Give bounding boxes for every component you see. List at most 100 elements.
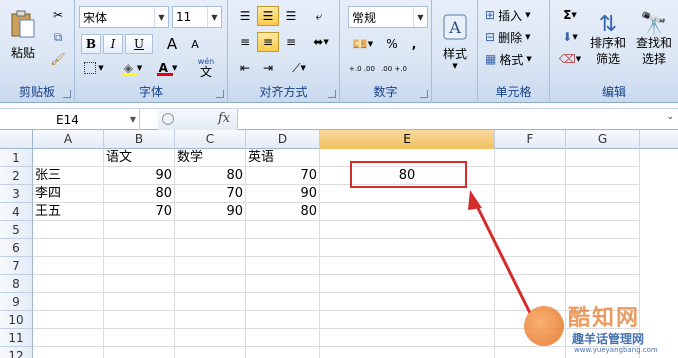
name-box[interactable]: E14 ▼ <box>0 109 140 130</box>
align-bottom-button[interactable]: ☰ <box>280 6 302 26</box>
font-color-button[interactable]: A ▼ <box>153 58 183 78</box>
cell-f1[interactable] <box>495 149 566 167</box>
column-header-a[interactable]: A <box>33 130 104 149</box>
cell-a4[interactable]: 王五 <box>33 203 104 221</box>
cell-d5[interactable] <box>246 221 320 239</box>
wrap-text-button[interactable]: ⤶ <box>308 6 330 26</box>
clipboard-launcher-icon[interactable] <box>63 90 71 98</box>
cell-b6[interactable] <box>104 239 175 257</box>
formula-input[interactable] <box>240 109 658 130</box>
decrease-indent-button[interactable]: ⇤ <box>234 58 256 78</box>
cell-c1[interactable]: 数学 <box>175 149 246 167</box>
cell-b8[interactable] <box>104 275 175 293</box>
cell-c10[interactable] <box>175 311 246 329</box>
format-button[interactable]: ▦ 格式 ▼ <box>484 49 546 69</box>
cell-b9[interactable] <box>104 293 175 311</box>
cell-d11[interactable] <box>246 329 320 347</box>
cell-a10[interactable] <box>33 311 104 329</box>
column-header-b[interactable]: B <box>104 130 175 149</box>
row-header-3[interactable]: 3 <box>0 185 33 203</box>
cell-a11[interactable] <box>33 329 104 347</box>
align-left-button[interactable]: ≡ <box>234 32 256 52</box>
cell-a8[interactable] <box>33 275 104 293</box>
cell-c6[interactable] <box>175 239 246 257</box>
align-center-button[interactable]: ≡ <box>257 32 279 52</box>
comma-button[interactable]: , <box>404 34 424 54</box>
paste-button[interactable]: 粘贴 <box>4 4 42 66</box>
cell-d7[interactable] <box>246 257 320 275</box>
cell-c8[interactable] <box>175 275 246 293</box>
cut-button[interactable]: ✂ <box>48 5 68 25</box>
expand-formula-bar-icon[interactable]: ⌄ <box>666 112 674 122</box>
cell-c2[interactable]: 80 <box>175 167 246 185</box>
row-header-6[interactable]: 6 <box>0 239 33 257</box>
cell-c7[interactable] <box>175 257 246 275</box>
fill-button[interactable]: ⬇ ▼ <box>556 27 584 47</box>
align-top-button[interactable]: ☰ <box>234 6 256 26</box>
phonetic-button[interactable]: wén 文 <box>189 56 223 80</box>
sort-filter-button[interactable]: ⇅ 排序和 筛选 <box>586 4 630 78</box>
bold-button[interactable]: B <box>81 34 101 54</box>
increase-decimal-button[interactable]: +.0 .00 <box>348 58 376 80</box>
cell-a2[interactable]: 张三 <box>33 167 104 185</box>
column-header-d[interactable]: D <box>246 130 320 149</box>
format-painter-button[interactable]: 🖌 <box>48 49 68 69</box>
font-size-select[interactable]: 11 ▼ <box>172 6 222 28</box>
row-header-12[interactable]: 12 <box>0 347 33 358</box>
cell-d6[interactable] <box>246 239 320 257</box>
number-launcher-icon[interactable] <box>420 90 428 98</box>
font-launcher-icon[interactable] <box>216 90 224 98</box>
column-header-f[interactable]: F <box>495 130 566 149</box>
row-header-7[interactable]: 7 <box>0 257 33 275</box>
cell-g6[interactable] <box>566 239 640 257</box>
cell-b12[interactable] <box>104 347 175 358</box>
column-header-e[interactable]: E <box>320 130 495 149</box>
cell-g3[interactable] <box>566 185 640 203</box>
cell-g1[interactable] <box>566 149 640 167</box>
cell-d10[interactable] <box>246 311 320 329</box>
row-header-2[interactable]: 2 <box>0 167 33 185</box>
cell-b11[interactable] <box>104 329 175 347</box>
cell-g2[interactable] <box>566 167 640 185</box>
cell-b1[interactable]: 语文 <box>104 149 175 167</box>
number-format-select[interactable]: 常规 ▼ <box>348 6 428 28</box>
underline-button[interactable]: U <box>125 34 153 54</box>
cell-d3[interactable]: 90 <box>246 185 320 203</box>
select-all-corner[interactable] <box>0 130 33 149</box>
cell-b3[interactable]: 80 <box>104 185 175 203</box>
cell-c12[interactable] <box>175 347 246 358</box>
cell-d8[interactable] <box>246 275 320 293</box>
cell-e12[interactable] <box>320 347 495 358</box>
grow-font-button[interactable]: A <box>161 34 183 54</box>
chevron-down-icon[interactable]: ▼ <box>207 7 221 27</box>
chevron-down-icon[interactable]: ▼ <box>154 7 168 27</box>
chevron-down-icon[interactable]: ▼ <box>130 115 136 124</box>
merge-center-button[interactable]: ⬌ ▼ <box>306 32 336 52</box>
cell-d1[interactable]: 英语 <box>246 149 320 167</box>
italic-button[interactable]: I <box>103 34 123 54</box>
cell-d9[interactable] <box>246 293 320 311</box>
row-header-9[interactable]: 9 <box>0 293 33 311</box>
cell-a3[interactable]: 李四 <box>33 185 104 203</box>
cell-c9[interactable] <box>175 293 246 311</box>
currency-button[interactable]: 💴 ▼ <box>348 34 378 54</box>
align-middle-button[interactable]: ☰ <box>257 6 279 26</box>
column-header-g[interactable]: G <box>566 130 640 149</box>
row-header-11[interactable]: 11 <box>0 329 33 347</box>
insert-button[interactable]: ⊞ 插入 ▼ <box>484 5 546 25</box>
cell-a1[interactable] <box>33 149 104 167</box>
cell-d4[interactable]: 80 <box>246 203 320 221</box>
cell-b10[interactable] <box>104 311 175 329</box>
cell-c11[interactable] <box>175 329 246 347</box>
font-name-select[interactable]: 宋体 ▼ <box>79 6 169 28</box>
cell-b5[interactable] <box>104 221 175 239</box>
chevron-down-icon[interactable]: ▼ <box>413 7 427 27</box>
autosum-button[interactable]: Σ ▼ <box>556 5 584 25</box>
cell-c4[interactable]: 90 <box>175 203 246 221</box>
cell-b7[interactable] <box>104 257 175 275</box>
cell-a6[interactable] <box>33 239 104 257</box>
cell-a7[interactable] <box>33 257 104 275</box>
cell-a12[interactable] <box>33 347 104 358</box>
cell-d2[interactable]: 70 <box>246 167 320 185</box>
clear-button[interactable]: ⌫ ▼ <box>556 49 584 69</box>
